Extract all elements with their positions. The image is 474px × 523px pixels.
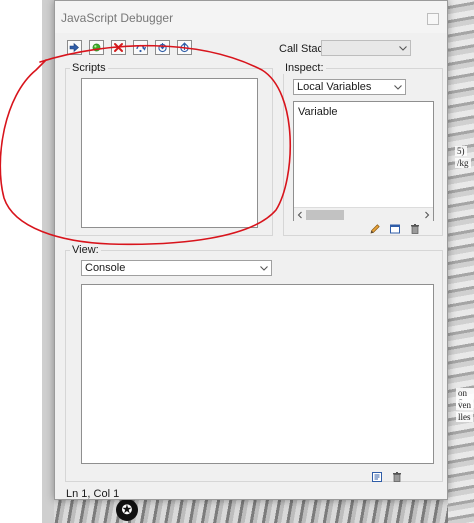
scripts-label: Scripts — [70, 62, 108, 74]
go-icon — [69, 42, 79, 53]
open-window-icon[interactable] — [389, 223, 401, 235]
scrollbar-thumb[interactable] — [306, 210, 344, 220]
go-button[interactable] — [67, 40, 82, 55]
background-text: 5) — [455, 146, 467, 156]
quit-button[interactable] — [111, 40, 126, 55]
step-out-icon — [180, 42, 189, 53]
view-dropdown[interactable]: Console — [81, 260, 272, 276]
quit-icon — [114, 43, 123, 52]
background-document-strip — [448, 0, 474, 523]
edit-pencil-icon[interactable] — [369, 223, 381, 235]
inspect-dropdown[interactable]: Local Variables — [293, 79, 406, 95]
console-output[interactable] — [81, 284, 434, 464]
inspect-label: Inspect: — [283, 62, 326, 74]
view-selected: Console — [85, 262, 126, 274]
step-out-button[interactable] — [177, 40, 192, 55]
view-label: View: — [70, 244, 101, 256]
window-title: JavaScript Debugger — [61, 11, 174, 25]
chevron-down-icon — [398, 44, 408, 52]
background-document-bottom — [54, 498, 448, 523]
trash-icon[interactable] — [391, 471, 403, 483]
background-logo-icon: ✪ — [116, 499, 138, 521]
chevron-down-icon — [393, 83, 403, 91]
variables-horizontal-scrollbar[interactable] — [294, 207, 433, 221]
title-bar[interactable]: JavaScript Debugger — [55, 1, 447, 33]
record-icon — [92, 43, 101, 52]
step-into-button[interactable] — [155, 40, 170, 55]
step-over-icon — [136, 44, 146, 53]
inspect-selected: Local Variables — [297, 81, 372, 93]
status-bar: Ln 1, Col 1 — [55, 485, 447, 501]
background-text: /kg — [455, 158, 471, 168]
javascript-debugger-dialog: JavaScript Debugger Call Stack: Scripts … — [54, 0, 448, 500]
chevron-down-icon — [259, 264, 269, 272]
window-corner-icon[interactable] — [427, 13, 439, 25]
record-button[interactable] — [89, 40, 104, 55]
cursor-position: Ln 1, Col 1 — [66, 488, 120, 500]
variable-column-header: Variable — [298, 106, 338, 118]
background-text: ven — [456, 400, 473, 410]
variables-list[interactable]: Variable — [293, 101, 434, 221]
scroll-left-icon[interactable] — [295, 210, 305, 220]
background-page-margin — [0, 0, 54, 523]
step-into-icon — [158, 43, 167, 53]
step-over-button[interactable] — [133, 40, 148, 55]
call-stack-dropdown[interactable] — [321, 40, 411, 56]
scroll-right-icon[interactable] — [422, 210, 432, 220]
clear-console-icon[interactable] — [371, 471, 383, 483]
background-text: lles — [456, 412, 473, 422]
scripts-list[interactable] — [81, 78, 258, 228]
trash-icon[interactable] — [409, 223, 421, 235]
